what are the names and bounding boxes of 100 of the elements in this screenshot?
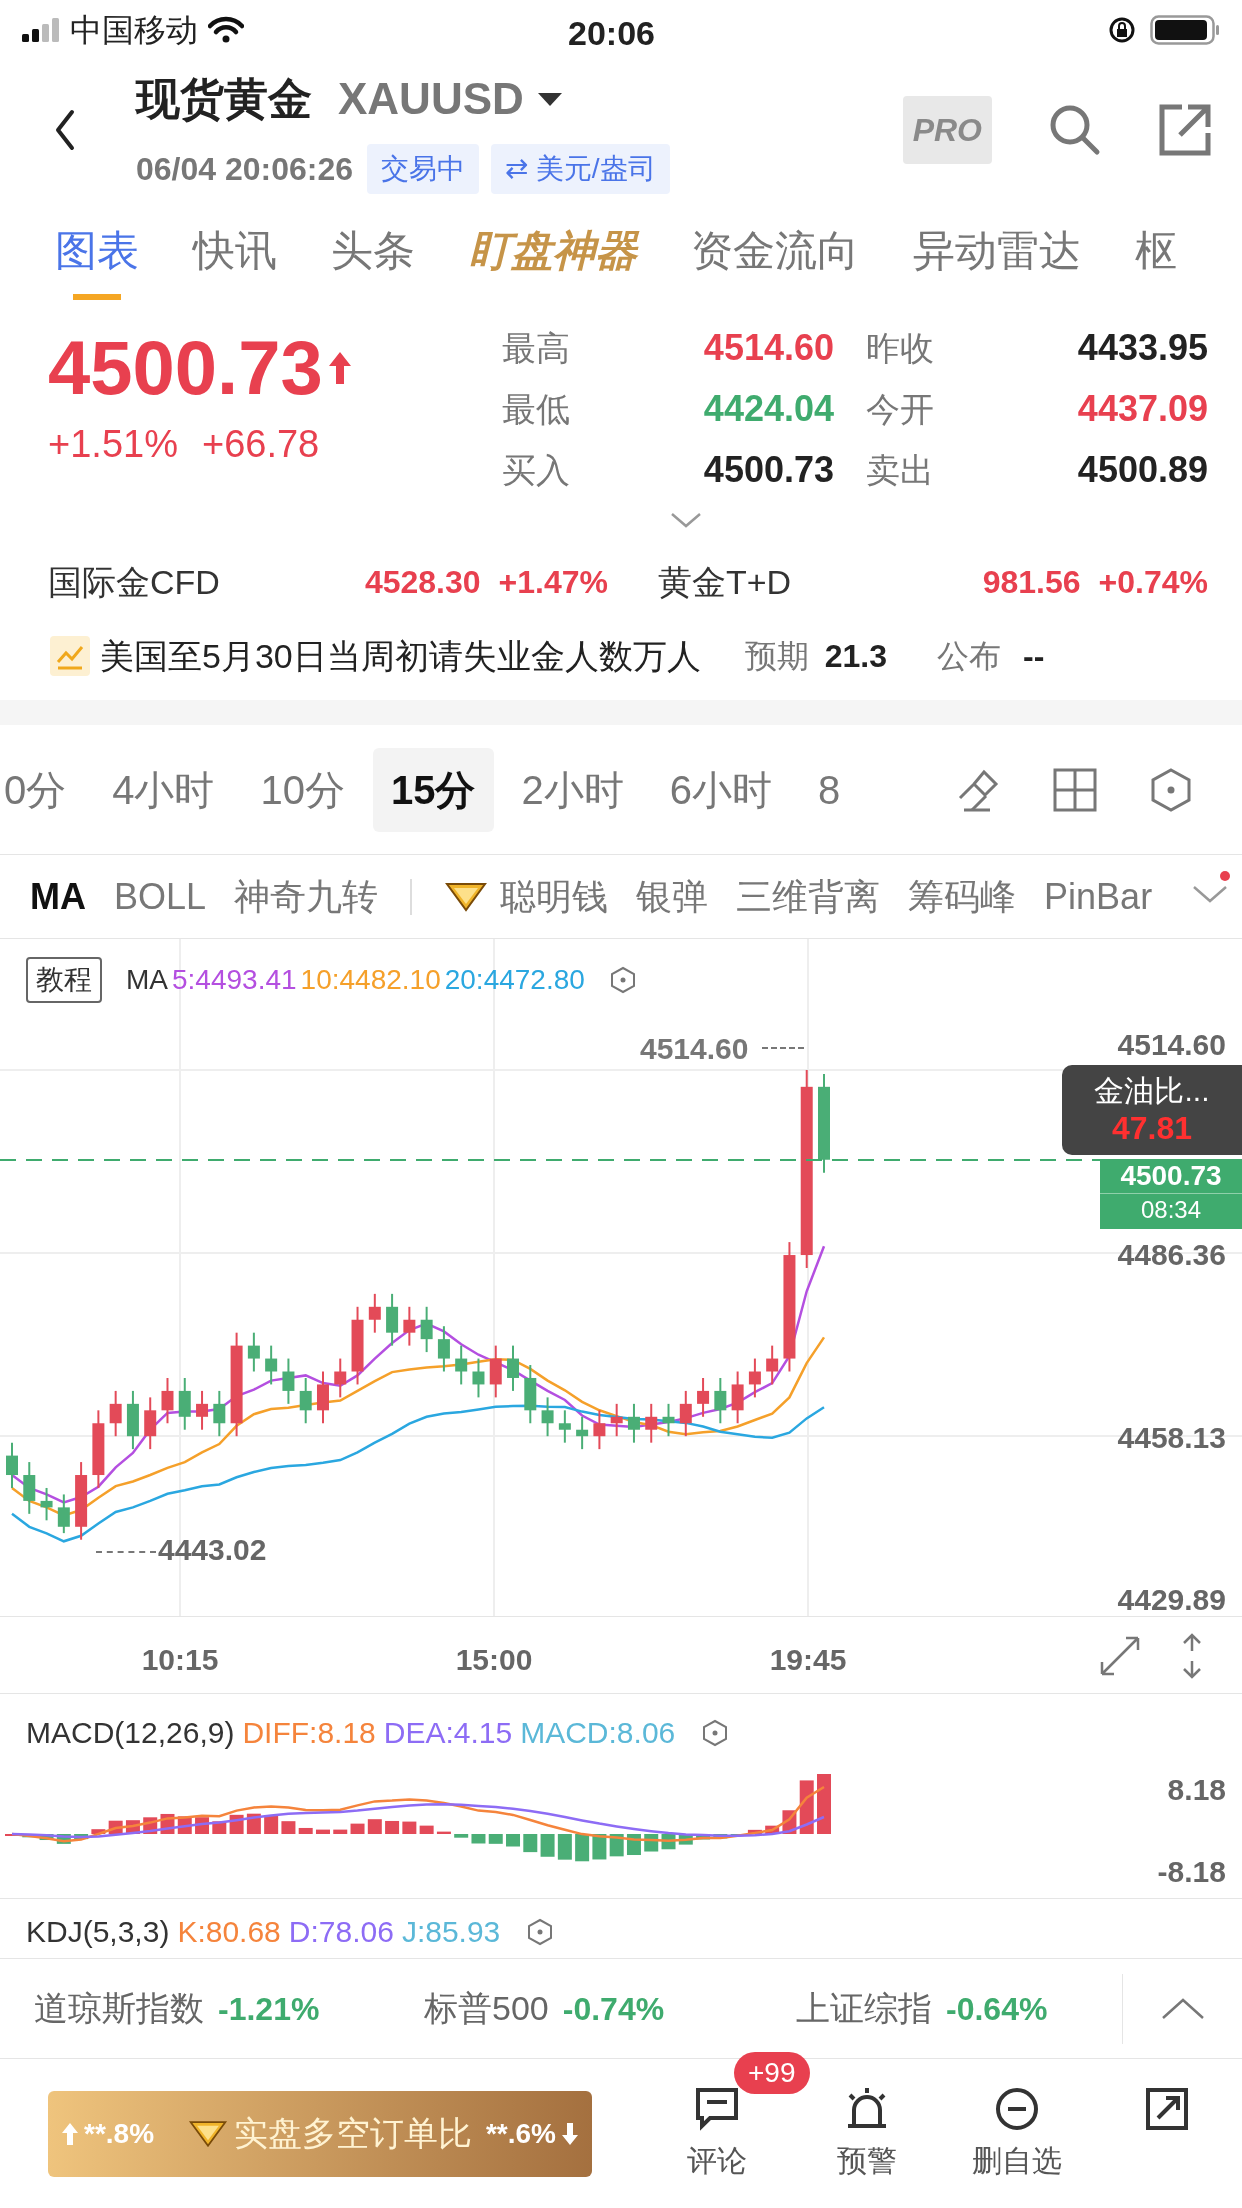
resize-icon[interactable] (1180, 1633, 1204, 1679)
stat-value: 4433.95 (1076, 326, 1208, 370)
grid-layout-icon[interactable] (1052, 766, 1098, 813)
rotation-lock-icon (1108, 16, 1136, 44)
timeframe-tab[interactable]: 15分 (373, 747, 494, 832)
up-arrow-icon (62, 2122, 78, 2145)
order-ratio-button[interactable]: **.8% 实盘多空订单比 **.6% (48, 2090, 592, 2177)
share-icon[interactable] (1158, 103, 1212, 157)
market-change: +1.47% (498, 563, 608, 602)
indicator-tab[interactable]: 筹码峰 (908, 869, 1017, 924)
candlestick (627, 1402, 640, 1444)
stat-label: 买入 (502, 450, 571, 491)
candlestick (610, 1402, 623, 1438)
tab[interactable]: 图表 (55, 200, 139, 300)
candlestick (213, 1389, 226, 1438)
histogram-bar (817, 1774, 831, 1834)
stat-value: 4500.89 (1076, 448, 1208, 492)
candlestick (541, 1396, 554, 1438)
search-icon[interactable] (1048, 103, 1102, 157)
stat-label: 最高 (502, 328, 571, 369)
candlestick (593, 1409, 606, 1451)
candlestick (731, 1370, 744, 1425)
candlestick (282, 1357, 295, 1405)
index-name: 上证综指 (796, 1988, 932, 2029)
stat-label: 昨收 (866, 328, 935, 369)
histogram-bar (91, 1829, 106, 1834)
candlestick (265, 1344, 278, 1386)
expand-chevron-icon[interactable] (670, 512, 702, 528)
stat-value: 4424.04 (702, 387, 834, 431)
market-price: 981.56 (982, 563, 1081, 602)
timeframe-tab[interactable]: 4小时 (94, 747, 233, 832)
pro-badge[interactable]: PRO (902, 96, 992, 164)
stat-value: 4500.73 (702, 448, 834, 492)
countdown-timer: 08:34 (1100, 1193, 1242, 1226)
toolbar-action[interactable]: 删自选 (972, 2073, 1062, 2194)
axis-label: 4486.36 (1117, 1239, 1226, 1271)
histogram-bar (575, 1834, 590, 1862)
up-arrow-icon (328, 352, 351, 384)
indicator-tab[interactable]: PinBar (1044, 869, 1153, 924)
indicator-tab[interactable]: 聪明钱 (500, 869, 609, 924)
indicator-tab[interactable]: 三维背离 (736, 869, 881, 924)
tab[interactable]: 头条 (331, 200, 415, 300)
last-price: 4500.73 (48, 326, 323, 410)
histogram-bar (471, 1834, 486, 1844)
signal-icon (22, 18, 60, 42)
candlestick (386, 1292, 399, 1347)
index-change: -1.21% (218, 1989, 320, 2029)
indicator-value: D:78.06 (288, 1914, 394, 1950)
tab-underline (73, 294, 121, 300)
market-name: 黄金T+D (658, 561, 792, 603)
indicator-value: DEA:4.15 (383, 1715, 513, 1751)
candlestick (368, 1292, 381, 1334)
time-label: 15:00 (455, 1642, 533, 1678)
status-tag: ⇄ 美元/盎司 (491, 144, 670, 194)
timeframe-tab[interactable]: 10分 (242, 747, 363, 832)
indicator-tab[interactable]: MA (30, 869, 86, 924)
time-label: 10:15 (141, 1642, 219, 1678)
long-ratio: **.8% (84, 2116, 155, 2151)
toolbar-action[interactable]: 预警 (837, 2073, 897, 2194)
timeframe-tab[interactable]: 8 (800, 747, 859, 832)
tab[interactable]: 资金流向 (691, 200, 859, 300)
candlestick (247, 1331, 260, 1373)
candlestick (144, 1396, 157, 1451)
caret-icon (537, 92, 562, 106)
wifi-icon (208, 16, 244, 44)
tab[interactable]: 枢 (1135, 200, 1177, 300)
carrier-name: 中国移动 (70, 11, 198, 50)
indicator-tab[interactable]: 银弹 (636, 869, 709, 924)
low-price-label: 4443.02 (158, 1534, 267, 1566)
histogram-bar (350, 1823, 365, 1834)
candlestick (697, 1376, 710, 1418)
ma-value: 5:4493.41 (172, 963, 297, 997)
settings-icon[interactable] (608, 966, 637, 994)
index-name: 标普500 (424, 1988, 549, 2029)
market-change: +0.74% (1098, 563, 1208, 602)
tooltip-value: 47.81 (1111, 1109, 1193, 1147)
histogram-bar (281, 1821, 296, 1834)
histogram-bar (765, 1825, 780, 1834)
settings-icon[interactable] (526, 1917, 555, 1946)
battery-icon (1150, 15, 1220, 45)
histogram-bar (557, 1834, 572, 1860)
tag-price: 4500.73 (1120, 1159, 1222, 1193)
timeframe-tab[interactable]: 2小时 (503, 747, 642, 832)
histogram-bar (540, 1834, 555, 1857)
histogram-bar (592, 1834, 607, 1860)
candlestick (455, 1344, 468, 1386)
indicator-tab[interactable]: 神奇九转 (234, 869, 379, 924)
timeframe-tab[interactable]: 6小时 (651, 747, 790, 832)
symbol-dropdown[interactable]: XAUUSD (338, 66, 562, 132)
settings-icon[interactable] (701, 1718, 730, 1747)
fullscreen-icon[interactable] (1098, 1634, 1142, 1678)
indicator-name: KDJ(5,3,3) (26, 1914, 170, 1950)
tab[interactable]: 异动雷达 (913, 200, 1081, 300)
histogram-bar (385, 1820, 400, 1834)
indicator-tab[interactable]: BOLL (114, 869, 207, 924)
market-price: 4528.30 (364, 563, 481, 602)
stat-label: 卖出 (866, 450, 935, 491)
timeframe-tab[interactable]: 0分 (0, 747, 85, 832)
tutorial-button[interactable]: 教程 (26, 957, 102, 1003)
tab[interactable]: 快讯 (193, 200, 277, 300)
